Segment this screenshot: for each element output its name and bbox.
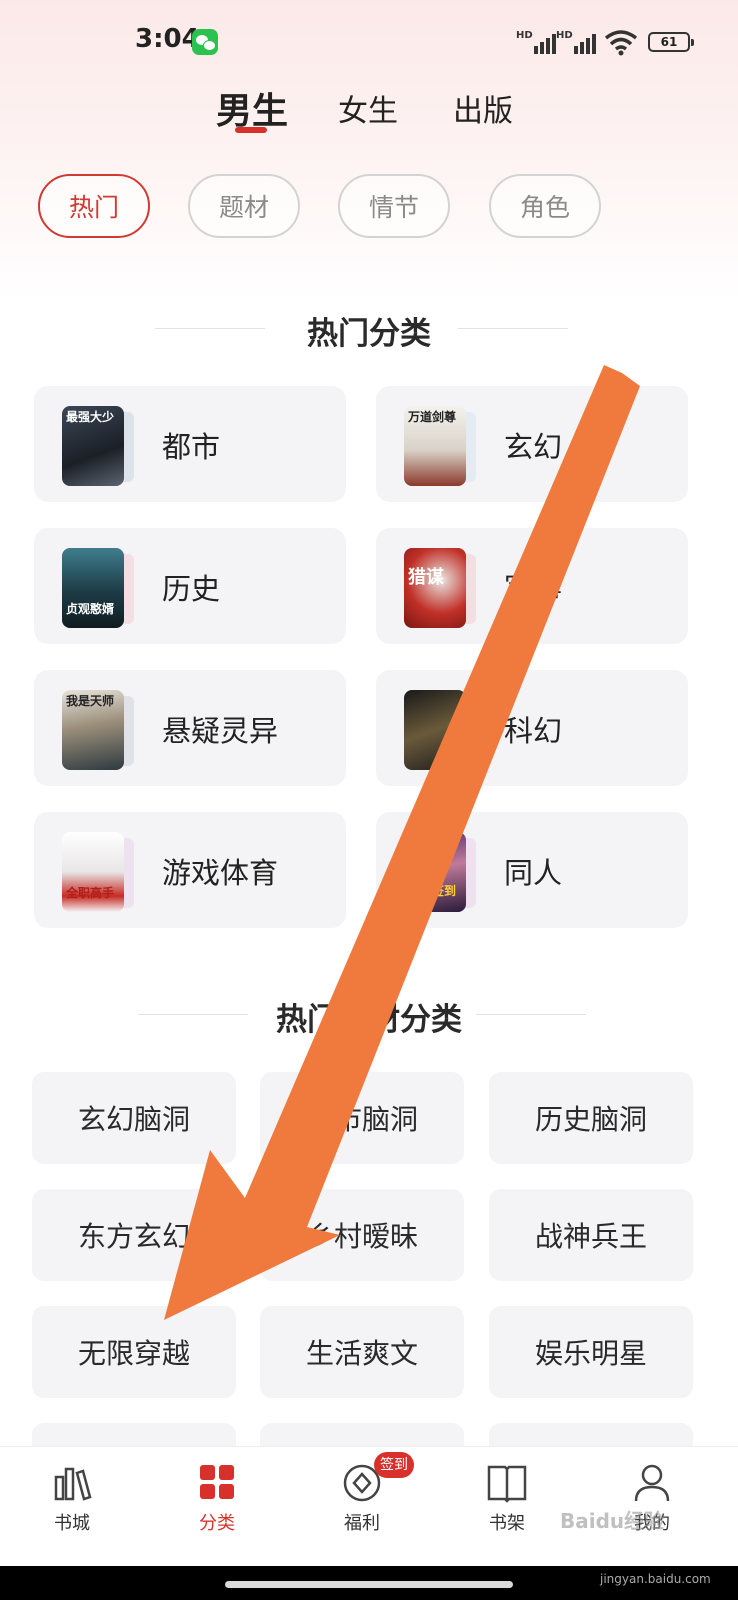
- cover-title: 我是天师: [66, 694, 115, 708]
- checkin-badge[interactable]: 签到: [374, 1452, 414, 1478]
- signal-hd-label: HD: [516, 30, 533, 41]
- signal-hd-label: HD: [556, 30, 573, 41]
- signal-icon: HD: [556, 30, 596, 54]
- chip-hot[interactable]: 热门: [38, 174, 150, 238]
- user-icon: [634, 1464, 670, 1502]
- book-cover-image: 猎谋: [404, 548, 466, 628]
- section-title-themes: 热门题材分类: [276, 1002, 462, 1038]
- category-card-games-sports[interactable]: 全职高手 游戏体育: [34, 812, 346, 928]
- status-time: 3:04: [135, 24, 200, 54]
- tab-published[interactable]: 出版: [453, 86, 513, 130]
- category-grid-icon: [200, 1465, 234, 1499]
- genre-button[interactable]: 乡村暧昧: [260, 1189, 464, 1281]
- genre-button[interactable]: 历史脑洞: [489, 1072, 693, 1164]
- wifi-icon: [604, 30, 638, 56]
- category-card-mystery[interactable]: 我是天师 悬疑灵异: [34, 670, 346, 786]
- category-label: 都市: [162, 430, 221, 464]
- nav-label: 书城: [54, 1513, 90, 1534]
- cover-title: 贞观憨婿: [66, 602, 115, 616]
- nav-label: 分类: [199, 1513, 235, 1534]
- home-indicator[interactable]: [225, 1581, 513, 1588]
- category-card-military[interactable]: 猎谋 军事: [376, 528, 688, 644]
- category-label: 悬疑灵异: [162, 714, 279, 748]
- category-card-history[interactable]: 贞观憨婿 历史: [34, 528, 346, 644]
- status-bar: 3:04 HD HD 61: [0, 0, 738, 80]
- category-label: 历史: [162, 572, 221, 606]
- book-cover-image: 最强大少: [62, 406, 124, 486]
- wechat-icon: [192, 29, 218, 55]
- nav-category[interactable]: 分类: [167, 1447, 267, 1547]
- cover-title: 最强大少: [66, 410, 115, 424]
- bookshelf-icon: [487, 1465, 527, 1503]
- nav-label: 福利: [344, 1513, 380, 1534]
- bookstore-icon: [54, 1467, 92, 1501]
- genre-button[interactable]: 玄幻脑洞: [32, 1072, 236, 1164]
- tab-female[interactable]: 女生: [338, 86, 398, 130]
- book-cover-image: [404, 690, 466, 770]
- category-label: 同人: [504, 856, 563, 890]
- category-label: 游戏体育: [162, 856, 279, 890]
- divider: [476, 1014, 586, 1015]
- book-cover-image: 我是天师: [62, 690, 124, 770]
- book-cover-image: 万道剑尊: [404, 406, 466, 486]
- nav-bookstore[interactable]: 书城: [22, 1447, 122, 1547]
- book-cover-image: 贞观憨婿: [62, 548, 124, 628]
- chip-role[interactable]: 角色: [489, 174, 601, 238]
- tab-active-indicator: [235, 127, 267, 133]
- category-card-fanfic[interactable]: 开局签到 同人: [376, 812, 688, 928]
- nav-label: 书架: [489, 1513, 525, 1534]
- chip-theme[interactable]: 题材: [188, 174, 300, 238]
- battery-icon: 61: [648, 32, 694, 52]
- divider: [458, 328, 568, 329]
- category-card-fantasy[interactable]: 万道剑尊 玄幻: [376, 386, 688, 502]
- cover-title: 万道剑尊: [408, 410, 457, 424]
- genre-button[interactable]: 都市脑洞: [260, 1072, 464, 1164]
- genre-button[interactable]: 战神兵王: [489, 1189, 693, 1281]
- cover-title: 全职高手: [66, 886, 115, 900]
- watermark-url: jingyan.baidu.com: [600, 1572, 711, 1586]
- signal-icon: HD: [516, 30, 556, 54]
- cover-title: 猎谋: [408, 567, 444, 588]
- genre-button[interactable]: 无限穿越: [32, 1306, 236, 1398]
- chip-plot[interactable]: 情节: [338, 174, 450, 238]
- watermark-logo: Baidu经验: [560, 1509, 665, 1533]
- book-cover-image: 开局签到: [404, 832, 466, 912]
- category-label: 玄幻: [504, 430, 563, 464]
- genre-button[interactable]: 娱乐明星: [489, 1306, 693, 1398]
- genre-button[interactable]: 东方玄幻: [32, 1189, 236, 1281]
- book-cover-image: 全职高手: [62, 832, 124, 912]
- category-label: 科幻: [504, 714, 563, 748]
- section-title-hot: 热门分类: [307, 316, 431, 352]
- category-card-scifi[interactable]: 科幻: [376, 670, 688, 786]
- genre-button[interactable]: 生活爽文: [260, 1306, 464, 1398]
- category-label: 军事: [504, 572, 563, 606]
- nav-bookshelf[interactable]: 书架: [457, 1447, 557, 1547]
- category-card-city[interactable]: 最强大少 都市: [34, 386, 346, 502]
- cover-title: 开局签到: [408, 884, 457, 898]
